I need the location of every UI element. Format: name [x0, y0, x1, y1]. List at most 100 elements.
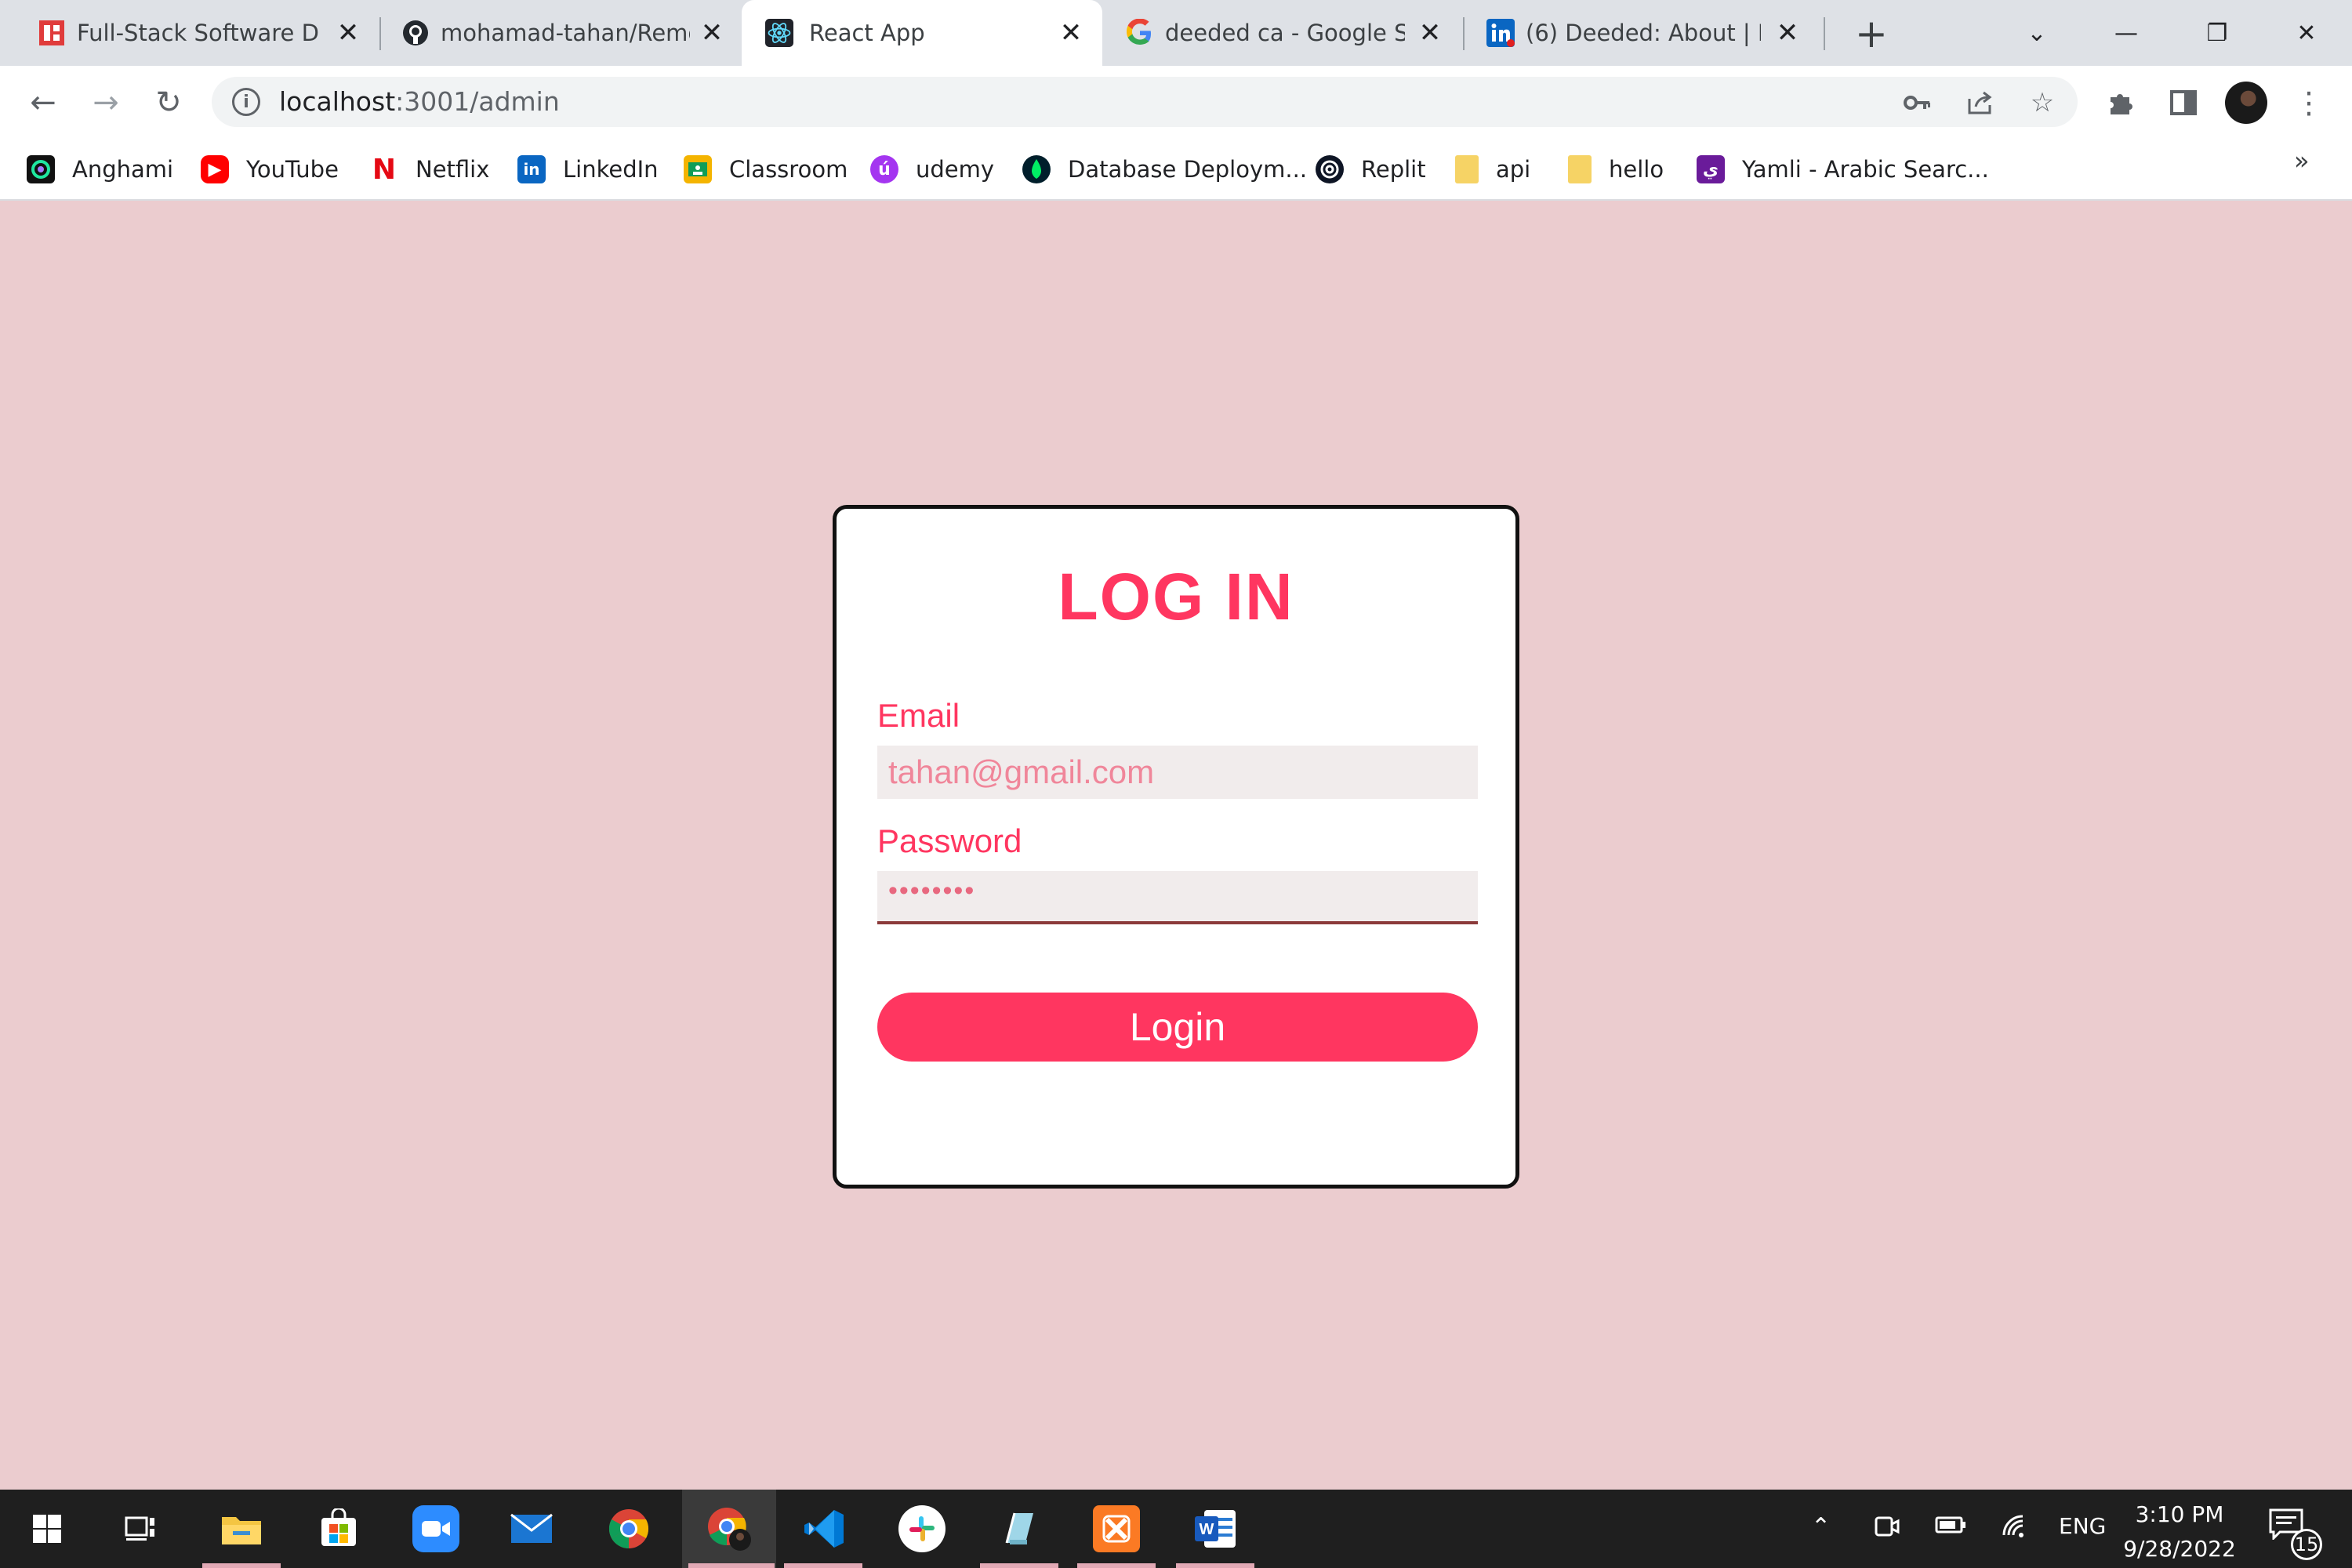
close-tab-icon[interactable]: ✕: [1414, 17, 1446, 49]
bookmark-folder-api[interactable]: api: [1455, 154, 1530, 185]
bookmark-label: Netflix: [416, 156, 490, 183]
key-icon[interactable]: [1900, 86, 1933, 119]
tab-title: deeded ca - Google Se: [1165, 20, 1405, 46]
windows-taskbar: W ⌃ ENG 3:10 PM 9/28/2022 15: [0, 1490, 2352, 1568]
tab-title: mohamad-tahan/Remo: [441, 20, 690, 46]
zoom-icon[interactable]: [412, 1505, 459, 1552]
google-icon: [1126, 19, 1154, 47]
tab-search-chevron-icon[interactable]: ⌄: [2013, 11, 2060, 55]
xampp-icon[interactable]: [1093, 1505, 1140, 1552]
bookmark-udemy[interactable]: ú udemy: [870, 154, 994, 185]
email-label: Email: [877, 697, 960, 734]
netflix-icon: N: [372, 153, 397, 186]
close-window-icon[interactable]: ✕: [2283, 11, 2330, 55]
close-tab-icon[interactable]: ✕: [1772, 17, 1803, 49]
forward-icon[interactable]: →: [86, 83, 125, 122]
vscode-icon[interactable]: [801, 1505, 848, 1552]
wifi-icon[interactable]: [2001, 1513, 2029, 1544]
bookmark-label: YouTube: [246, 156, 339, 183]
password-value: ••••••••: [888, 876, 976, 906]
running-indicator: [980, 1563, 1058, 1568]
minimize-icon[interactable]: —: [2103, 11, 2150, 55]
chrome-profile-icon[interactable]: [706, 1505, 753, 1552]
camera-icon[interactable]: [1874, 1513, 1900, 1546]
task-view-icon[interactable]: [118, 1505, 165, 1552]
codi-icon: [38, 19, 66, 47]
bookmark-label: Yamli - Arabic Searc...: [1742, 156, 1989, 183]
microsoft-store-icon[interactable]: [315, 1505, 362, 1552]
tab-github[interactable]: mohamad-tahan/Remo ✕: [401, 0, 731, 66]
bookmark-yamli[interactable]: ي Yamli - Arabic Searc...: [1697, 154, 1989, 185]
login-button[interactable]: Login: [877, 993, 1478, 1062]
back-icon[interactable]: ←: [24, 83, 63, 122]
start-icon[interactable]: [24, 1505, 71, 1552]
close-tab-icon[interactable]: ✕: [332, 17, 364, 49]
bookmark-netflix[interactable]: N Netflix: [370, 153, 490, 186]
new-tab-button[interactable]: +: [1852, 11, 1891, 56]
bookmark-anghami[interactable]: Anghami: [27, 154, 173, 185]
svg-text:W: W: [1200, 1521, 1214, 1538]
anghami-icon: [27, 155, 55, 183]
menu-kebab-icon[interactable]: ⋮: [2289, 83, 2328, 122]
bookmark-youtube[interactable]: ▶ YouTube: [201, 154, 339, 185]
url-host: localhost: [279, 86, 396, 117]
address-bar[interactable]: i localhost:3001/admin ☆: [212, 77, 2078, 127]
bookmark-star-icon[interactable]: ☆: [2026, 86, 2059, 119]
slack-icon[interactable]: [898, 1505, 946, 1552]
github-icon: [401, 19, 430, 47]
site-info-icon[interactable]: i: [232, 88, 260, 116]
file-explorer-icon[interactable]: [218, 1505, 265, 1552]
password-label: Password: [877, 822, 1022, 859]
close-tab-icon[interactable]: ✕: [1055, 17, 1087, 49]
chrome-icon[interactable]: [605, 1505, 652, 1552]
udemy-icon: ú: [870, 155, 898, 183]
bookmark-classroom[interactable]: Classroom: [684, 154, 848, 185]
url-path: :3001/admin: [395, 86, 560, 117]
bookmarks-bar: Anghami ▶ YouTube N Netflix in LinkedIn …: [0, 138, 2352, 201]
tab-google-search[interactable]: deeded ca - Google Se ✕: [1126, 0, 1455, 66]
login-title: LOG IN: [1058, 560, 1294, 633]
react-icon: [765, 19, 793, 47]
side-panel-icon[interactable]: [2164, 83, 2203, 122]
bookmark-label: Anghami: [72, 156, 174, 183]
show-hidden-icons-chevron-icon[interactable]: ⌃: [1811, 1513, 1831, 1541]
notifications-button[interactable]: 15: [2269, 1508, 2322, 1560]
battery-icon[interactable]: [1935, 1513, 1966, 1541]
word-icon[interactable]: W: [1192, 1505, 1239, 1552]
url-text[interactable]: localhost:3001/admin: [279, 86, 560, 117]
clock[interactable]: 3:10 PM 9/28/2022: [2117, 1497, 2242, 1566]
restore-icon[interactable]: ❐: [2194, 11, 2241, 55]
bookmark-label: udemy: [916, 156, 995, 183]
close-tab-icon[interactable]: ✕: [696, 17, 728, 49]
tab-separator: [1824, 17, 1825, 50]
bookmark-linkedin[interactable]: in LinkedIn: [517, 154, 659, 185]
page-viewport: LOG IN Email tahan@gmail.com Password ••…: [0, 202, 2352, 1490]
tab-react-app[interactable]: React App ✕: [742, 0, 1102, 66]
share-icon[interactable]: [1963, 86, 1996, 119]
mail-icon[interactable]: [508, 1505, 555, 1552]
mongodb-icon: [1022, 155, 1051, 183]
folder-icon: [1455, 155, 1479, 183]
bookmark-database-deployments[interactable]: Database Deploym...: [1022, 154, 1307, 185]
running-indicator: [202, 1563, 281, 1568]
extensions-icon[interactable]: [2101, 83, 2140, 122]
email-field[interactable]: tahan@gmail.com: [877, 746, 1478, 799]
classroom-icon: [684, 155, 712, 183]
bookmark-label: Database Deploym...: [1068, 156, 1308, 183]
notepad-icon[interactable]: [996, 1505, 1043, 1552]
yamli-icon: ي: [1697, 155, 1725, 183]
tab-linkedin[interactable]: (6) Deeded: About | Lin ✕: [1486, 0, 1816, 66]
running-indicator: [1176, 1563, 1254, 1568]
profile-avatar[interactable]: [2225, 82, 2267, 124]
bookmarks-overflow-button[interactable]: »: [2294, 146, 2310, 176]
running-indicator: [784, 1563, 862, 1568]
bookmark-replit[interactable]: Replit: [1316, 154, 1426, 185]
password-field[interactable]: ••••••••: [877, 871, 1478, 924]
youtube-icon: ▶: [201, 155, 229, 183]
tab-full-stack[interactable]: Full-Stack Software De ✕: [38, 0, 367, 66]
language-indicator[interactable]: ENG: [2059, 1513, 2106, 1539]
tab-separator: [1463, 17, 1465, 50]
reload-icon[interactable]: ↻: [149, 83, 188, 122]
bookmark-folder-hello[interactable]: hello: [1568, 154, 1664, 185]
linkedin-icon: in: [517, 155, 546, 183]
